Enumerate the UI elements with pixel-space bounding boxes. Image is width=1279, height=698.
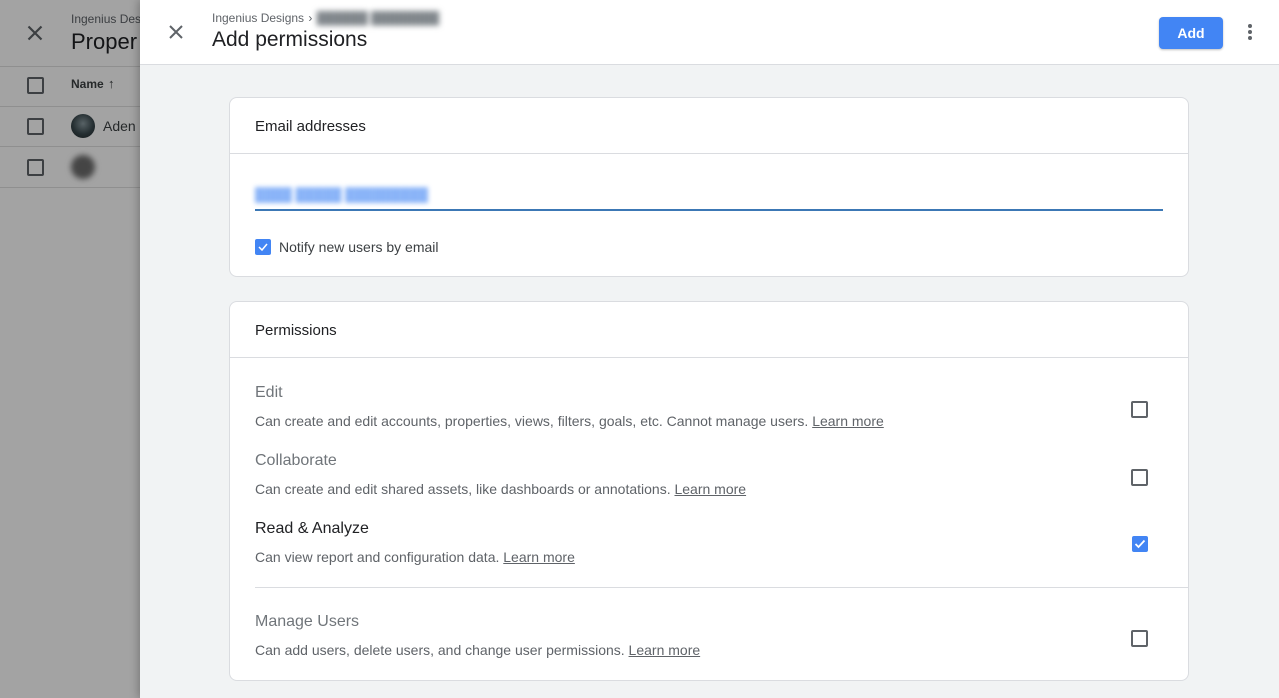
card-header: Permissions bbox=[230, 302, 1188, 358]
panel-header: Ingenius Designs › ██████ ████████ Add p… bbox=[140, 0, 1279, 65]
read-analyze-checkbox[interactable] bbox=[1132, 536, 1148, 552]
add-button[interactable]: Add bbox=[1159, 17, 1223, 49]
learn-more-link[interactable]: Learn more bbox=[674, 481, 746, 497]
permission-description: Can add users, delete users, and change … bbox=[255, 642, 701, 658]
checked-box-icon bbox=[1132, 536, 1148, 552]
add-permissions-panel: Ingenius Designs › ██████ ████████ Add p… bbox=[140, 0, 1279, 698]
learn-more-link[interactable]: Learn more bbox=[812, 413, 884, 429]
email-input[interactable] bbox=[255, 181, 1163, 211]
learn-more-link[interactable]: Learn more bbox=[503, 549, 575, 565]
breadcrumb-separator: › bbox=[308, 11, 313, 25]
email-addresses-card: Email addresses ████ █████ █████████ Not… bbox=[229, 97, 1189, 277]
manage-users-checkbox[interactable] bbox=[1131, 630, 1148, 647]
page-title: Add permissions bbox=[212, 28, 368, 51]
breadcrumb-property[interactable]: ██████ ████████ bbox=[317, 11, 439, 25]
permission-edit: Edit Can create and edit accounts, prope… bbox=[255, 384, 1163, 429]
permissions-section-title: Permissions bbox=[255, 322, 337, 339]
more-vert-icon[interactable] bbox=[1238, 20, 1262, 44]
permission-name: Edit bbox=[255, 384, 283, 401]
breadcrumb: Ingenius Designs › ██████ ████████ bbox=[212, 11, 439, 25]
permission-collaborate: Collaborate Can create and edit shared a… bbox=[255, 452, 1163, 497]
notify-label: Notify new users by email bbox=[279, 239, 439, 255]
notify-checkbox[interactable] bbox=[255, 239, 271, 255]
check-icon bbox=[258, 243, 268, 252]
notify-users-option[interactable]: Notify new users by email bbox=[255, 239, 439, 255]
divider bbox=[255, 587, 1188, 588]
permission-name: Manage Users bbox=[255, 613, 360, 630]
permission-description: Can create and edit shared assets, like … bbox=[255, 481, 747, 497]
edit-checkbox[interactable] bbox=[1131, 401, 1148, 418]
permission-name: Collaborate bbox=[255, 452, 337, 469]
card-header: Email addresses bbox=[230, 98, 1188, 154]
permission-description: Can view report and configuration data. … bbox=[255, 549, 575, 565]
collaborate-checkbox[interactable] bbox=[1131, 469, 1148, 486]
permission-description: Can create and edit accounts, properties… bbox=[255, 413, 884, 429]
permission-name: Read & Analyze bbox=[255, 520, 369, 537]
close-icon[interactable] bbox=[164, 20, 188, 44]
permission-read-analyze: Read & Analyze Can view report and confi… bbox=[255, 520, 1163, 565]
permissions-card: Permissions Edit Can create and edit acc… bbox=[229, 301, 1189, 681]
permission-manage-users: Manage Users Can add users, delete users… bbox=[255, 613, 1163, 658]
learn-more-link[interactable]: Learn more bbox=[629, 642, 701, 658]
breadcrumb-account[interactable]: Ingenius Designs bbox=[212, 11, 304, 25]
email-section-title: Email addresses bbox=[255, 118, 366, 135]
